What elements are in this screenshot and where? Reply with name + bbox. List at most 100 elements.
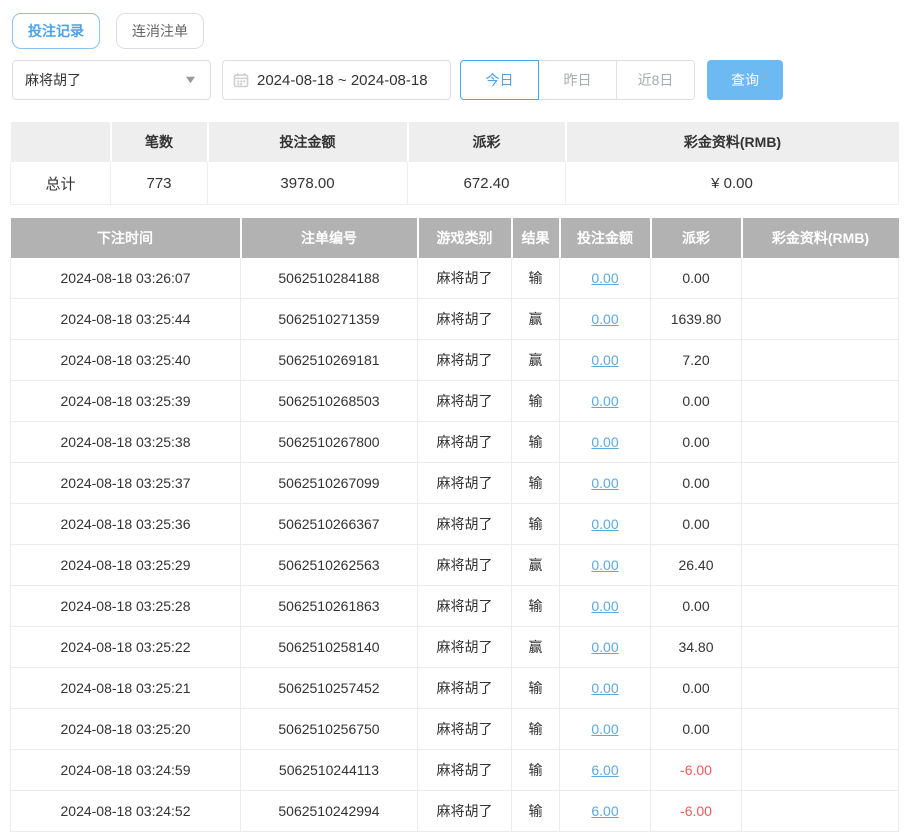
bet-amount-link[interactable]: 0.00 — [591, 598, 618, 614]
bonus-cell — [741, 421, 899, 463]
order-number-cell: 5062510244113 — [240, 749, 418, 791]
game-category-cell: 麻将胡了 — [417, 790, 512, 832]
quick-range-group: 今日 昨日 近8日 — [460, 60, 695, 100]
order-number-cell: 5062510262563 — [240, 544, 418, 586]
bonus-cell — [741, 585, 899, 627]
bet-amount-link[interactable]: 0.00 — [591, 352, 618, 368]
bet-amount-link[interactable]: 0.00 — [591, 475, 618, 491]
table-row: 2024-08-18 03:25:38 5062510267800 麻将胡了 输… — [10, 421, 899, 463]
bonus-cell — [741, 626, 899, 668]
game-category-cell: 麻将胡了 — [417, 708, 512, 750]
tab-cancelled-orders[interactable]: 连消注单 — [116, 13, 204, 49]
summary-header-count: 笔数 — [110, 122, 209, 162]
table-row: 2024-08-18 03:25:20 5062510256750 麻将胡了 输… — [10, 708, 899, 750]
order-number-cell: 5062510267800 — [240, 421, 418, 463]
bonus-cell — [741, 544, 899, 586]
result-cell: 赢 — [511, 626, 560, 668]
table-row: 2024-08-18 03:24:59 5062510244113 麻将胡了 输… — [10, 749, 899, 791]
range-yesterday-button[interactable]: 昨日 — [538, 60, 617, 100]
bet-amount-cell: 0.00 — [559, 544, 651, 586]
result-cell: 输 — [511, 462, 560, 504]
bet-amount-link[interactable]: 0.00 — [591, 516, 618, 532]
result-cell: 输 — [511, 258, 560, 299]
header-payout: 派彩 — [650, 218, 743, 258]
summary-total-bonus: ¥ 0.00 — [565, 162, 899, 205]
bet-time-cell: 2024-08-18 03:25:44 — [10, 298, 241, 340]
game-select[interactable]: 麻将胡了 ▼ — [12, 60, 211, 100]
result-cell: 输 — [511, 708, 560, 750]
bet-time-cell: 2024-08-18 03:25:28 — [10, 585, 241, 627]
bet-amount-link[interactable]: 0.00 — [591, 434, 618, 450]
search-button[interactable]: 查询 — [707, 60, 783, 100]
range-last8days-button[interactable]: 近8日 — [616, 60, 695, 100]
game-category-cell: 麻将胡了 — [417, 421, 512, 463]
result-cell: 输 — [511, 749, 560, 791]
result-cell: 输 — [511, 380, 560, 422]
header-result: 结果 — [511, 218, 561, 258]
game-category-cell: 麻将胡了 — [417, 503, 512, 545]
order-number-cell: 5062510268503 — [240, 380, 418, 422]
table-row: 2024-08-18 03:26:07 5062510284188 麻将胡了 输… — [10, 258, 899, 299]
bet-amount-cell: 0.00 — [559, 421, 651, 463]
order-number-cell: 5062510256750 — [240, 708, 418, 750]
table-row: 2024-08-18 03:24:52 5062510242994 麻将胡了 输… — [10, 790, 899, 832]
bet-time-cell: 2024-08-18 03:25:37 — [10, 462, 241, 504]
bet-amount-cell: 0.00 — [559, 503, 651, 545]
bonus-cell — [741, 667, 899, 709]
bet-amount-link[interactable]: 0.00 — [591, 639, 618, 655]
bonus-cell — [741, 790, 899, 832]
result-cell: 输 — [511, 585, 560, 627]
game-category-cell: 麻将胡了 — [417, 626, 512, 668]
header-game-category: 游戏类别 — [417, 218, 513, 258]
bet-amount-cell: 0.00 — [559, 298, 651, 340]
summary-total-count: 773 — [110, 162, 208, 205]
bet-amount-link[interactable]: 0.00 — [591, 311, 618, 327]
bet-amount-cell: 0.00 — [559, 380, 651, 422]
payout-cell: 34.80 — [650, 626, 742, 668]
bet-time-cell: 2024-08-18 03:25:39 — [10, 380, 241, 422]
table-row: 2024-08-18 03:25:39 5062510268503 麻将胡了 输… — [10, 380, 899, 422]
bet-amount-link[interactable]: 0.00 — [591, 557, 618, 573]
header-bet-time: 下注时间 — [10, 218, 242, 258]
result-cell: 赢 — [511, 339, 560, 381]
range-today-button[interactable]: 今日 — [460, 60, 539, 100]
payout-cell: 0.00 — [650, 421, 742, 463]
summary-header-bonus: 彩金资料(RMB) — [565, 122, 899, 162]
game-category-cell: 麻将胡了 — [417, 585, 512, 627]
payout-cell: 0.00 — [650, 462, 742, 504]
payout-cell: 0.00 — [650, 503, 742, 545]
header-order-number: 注单编号 — [240, 218, 419, 258]
bonus-cell — [741, 749, 899, 791]
bonus-cell — [741, 503, 899, 545]
result-cell: 输 — [511, 421, 560, 463]
bonus-cell — [741, 380, 899, 422]
bonus-cell — [741, 258, 899, 299]
result-cell: 输 — [511, 503, 560, 545]
bet-amount-link[interactable]: 0.00 — [591, 393, 618, 409]
payout-cell: -6.00 — [650, 790, 742, 832]
table-row: 2024-08-18 03:25:44 5062510271359 麻将胡了 赢… — [10, 298, 899, 340]
bet-amount-link[interactable]: 0.00 — [591, 270, 618, 286]
bet-time-cell: 2024-08-18 03:25:36 — [10, 503, 241, 545]
bet-amount-link[interactable]: 0.00 — [591, 721, 618, 737]
tab-betting-records[interactable]: 投注记录 — [12, 13, 100, 49]
bet-amount-link[interactable]: 6.00 — [591, 762, 618, 778]
payout-cell: 0.00 — [650, 667, 742, 709]
bet-amount-link[interactable]: 0.00 — [591, 680, 618, 696]
date-range-value: 2024-08-18 ~ 2024-08-18 — [257, 71, 428, 89]
bet-time-cell: 2024-08-18 03:25:21 — [10, 667, 241, 709]
bonus-cell — [741, 462, 899, 504]
bet-time-cell: 2024-08-18 03:26:07 — [10, 258, 241, 299]
order-number-cell: 5062510269181 — [240, 339, 418, 381]
bet-amount-link[interactable]: 6.00 — [591, 803, 618, 819]
game-category-cell: 麻将胡了 — [417, 749, 512, 791]
bet-amount-cell: 0.00 — [559, 708, 651, 750]
payout-cell: 0.00 — [650, 258, 742, 299]
table-row: 2024-08-18 03:25:37 5062510267099 麻将胡了 输… — [10, 462, 899, 504]
order-number-cell: 5062510261863 — [240, 585, 418, 627]
calendar-icon — [233, 73, 249, 88]
result-cell: 输 — [511, 790, 560, 832]
result-cell: 赢 — [511, 298, 560, 340]
date-range-input[interactable]: 2024-08-18 ~ 2024-08-18 — [222, 60, 451, 100]
result-cell: 输 — [511, 667, 560, 709]
